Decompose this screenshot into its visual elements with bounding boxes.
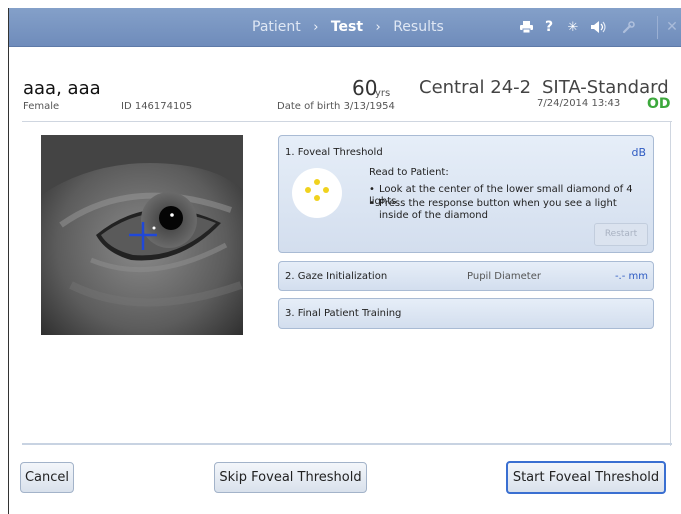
- pupil-diameter-value: -.- mm: [614, 271, 648, 282]
- top-bar: Patient › Test › Results ? ✳ ✕: [9, 8, 681, 47]
- test-datetime: 7/24/2014 13:43: [537, 98, 621, 109]
- footer-divider: [22, 443, 672, 445]
- test-strategy: SITA-Standard: [542, 77, 669, 98]
- brightness-icon[interactable]: ✳: [564, 8, 582, 47]
- pupil-diameter-label: Pupil Diameter: [467, 271, 541, 282]
- printer-icon[interactable]: [516, 8, 536, 47]
- stimulus-dot: [305, 187, 311, 193]
- content-border: [670, 122, 671, 446]
- stimulus-dot: [314, 195, 320, 201]
- panel-title: 1. Foveal Threshold: [285, 147, 383, 158]
- patient-id: ID 146174105: [121, 101, 193, 112]
- stimulus-dot: [323, 187, 329, 193]
- panel-title: 2. Gaze Initialization: [285, 271, 388, 282]
- restart-button[interactable]: Restart: [594, 223, 648, 246]
- help-icon[interactable]: ?: [540, 8, 558, 47]
- panel-title: 3. Final Patient Training: [285, 308, 402, 319]
- breadcrumb-patient[interactable]: Patient: [252, 8, 301, 47]
- breadcrumb: Patient › Test › Results: [252, 8, 444, 47]
- test-pattern: Central 24-2: [419, 77, 532, 98]
- cancel-button[interactable]: Cancel: [20, 462, 74, 493]
- breadcrumb-separator: ›: [313, 20, 319, 35]
- breadcrumb-test[interactable]: Test: [331, 8, 363, 47]
- close-icon[interactable]: ✕: [663, 8, 681, 47]
- patient-age: 60: [352, 76, 378, 100]
- final-patient-training-panel[interactable]: 3. Final Patient Training: [278, 298, 654, 329]
- start-foveal-threshold-button[interactable]: Start Foveal Threshold: [506, 461, 666, 494]
- stimulus-dot: [314, 179, 320, 185]
- breadcrumb-separator: ›: [375, 20, 381, 35]
- perimetry-test-screen: Patient › Test › Results ? ✳ ✕ aaa, aaa …: [0, 0, 681, 514]
- skip-foveal-threshold-button[interactable]: Skip Foveal Threshold: [214, 462, 367, 493]
- read-to-patient-label: Read to Patient:: [369, 167, 449, 178]
- toolbar-divider: [657, 16, 658, 39]
- gaze-crosshair-icon: [129, 222, 157, 250]
- age-unit: yrs: [375, 88, 391, 99]
- eye-label: OD: [647, 96, 671, 112]
- header-divider: [22, 121, 672, 122]
- date-of-birth: Date of birth 3/13/1954: [277, 101, 395, 112]
- breadcrumb-results[interactable]: Results: [393, 8, 444, 47]
- foveal-threshold-panel: 1. Foveal Threshold dB Read to Patient: …: [278, 135, 654, 253]
- patient-name: aaa, aaa: [23, 78, 101, 99]
- speaker-icon[interactable]: [588, 8, 610, 47]
- bullet: •: [369, 198, 375, 209]
- gaze-initialization-panel[interactable]: 2. Gaze Initialization Pupil Diameter -.…: [278, 261, 654, 291]
- instruction-text: Press the response button when you see a…: [379, 198, 617, 221]
- window-edge: [8, 8, 9, 514]
- eye-camera-image: [41, 135, 243, 335]
- patient-sex: Female: [23, 101, 60, 112]
- bullet: •: [369, 184, 375, 195]
- wrench-icon[interactable]: [617, 8, 639, 47]
- diamond-stimulus-icon: [292, 168, 342, 218]
- threshold-unit: dB: [631, 146, 646, 159]
- instruction-item: • Press the response button when you see …: [369, 198, 649, 222]
